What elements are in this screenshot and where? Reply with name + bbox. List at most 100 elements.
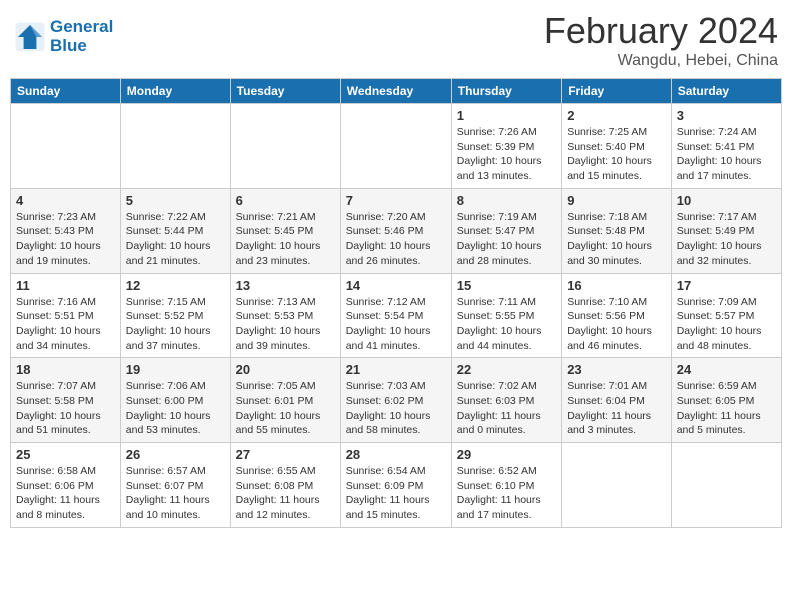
calendar-cell: 8 Sunrise: 7:19 AM Sunset: 5:47 PM Daylig… xyxy=(451,188,561,273)
calendar-week-row: 18 Sunrise: 7:07 AM Sunset: 5:58 PM Dayli… xyxy=(11,358,782,443)
day-of-week-header: Sunday xyxy=(11,79,121,104)
calendar-week-row: 25 Sunrise: 6:58 AM Sunset: 6:06 PM Dayli… xyxy=(11,443,782,528)
calendar-cell: 7Sunrise: 7:20 AM Sunset: 5:46 PM Daylig… xyxy=(340,188,451,273)
calendar-cell: 15 Sunrise: 7:11 AM Sunset: 5:55 PM Dayli… xyxy=(451,273,561,358)
day-number: 10 xyxy=(677,193,776,208)
day-info: Sunrise: 7:18 AM Sunset: 5:48 PM Dayligh… xyxy=(567,210,666,269)
day-number: 13 xyxy=(236,278,335,293)
page-header: General Blue February 2024 Wangdu, Hebei… xyxy=(10,10,782,70)
calendar-cell: 2Sunrise: 7:25 AM Sunset: 5:40 PM Daylig… xyxy=(562,104,672,189)
day-number: 16 xyxy=(567,278,666,293)
calendar-cell: 9 Sunrise: 7:18 AM Sunset: 5:48 PM Daylig… xyxy=(562,188,672,273)
day-info: Sunrise: 7:24 AM Sunset: 5:41 PM Dayligh… xyxy=(677,125,776,184)
calendar-cell: 27 Sunrise: 6:55 AM Sunset: 6:08 PM Dayli… xyxy=(230,443,340,528)
calendar-cell: 5 Sunrise: 7:22 AM Sunset: 5:44 PM Daylig… xyxy=(120,188,230,273)
calendar-cell: 21 Sunrise: 7:03 AM Sunset: 6:02 PM Dayli… xyxy=(340,358,451,443)
day-number: 3 xyxy=(677,108,776,123)
day-info: Sunrise: 7:03 AM Sunset: 6:02 PM Dayligh… xyxy=(346,379,446,438)
day-info: Sunrise: 7:23 AM Sunset: 5:43 PM Dayligh… xyxy=(16,210,115,269)
calendar-cell: 18 Sunrise: 7:07 AM Sunset: 5:58 PM Dayli… xyxy=(11,358,121,443)
calendar-cell: 23Sunrise: 7:01 AM Sunset: 6:04 PM Dayli… xyxy=(562,358,672,443)
day-info: Sunrise: 6:55 AM Sunset: 6:08 PM Dayligh… xyxy=(236,464,335,523)
day-of-week-header: Thursday xyxy=(451,79,561,104)
day-number: 24 xyxy=(677,362,776,377)
calendar-week-row: 11 Sunrise: 7:16 AM Sunset: 5:51 PM Dayli… xyxy=(11,273,782,358)
calendar-cell: 16 Sunrise: 7:10 AM Sunset: 5:56 PM Dayli… xyxy=(562,273,672,358)
day-info: Sunrise: 7:13 AM Sunset: 5:53 PM Dayligh… xyxy=(236,295,335,354)
calendar-cell xyxy=(230,104,340,189)
calendar-cell xyxy=(340,104,451,189)
calendar-cell xyxy=(671,443,781,528)
day-number: 8 xyxy=(457,193,556,208)
day-number: 28 xyxy=(346,447,446,462)
calendar-cell: 25 Sunrise: 6:58 AM Sunset: 6:06 PM Dayli… xyxy=(11,443,121,528)
day-info: Sunrise: 6:52 AM Sunset: 6:10 PM Dayligh… xyxy=(457,464,556,523)
calendar-cell: 22 Sunrise: 7:02 AM Sunset: 6:03 PM Dayli… xyxy=(451,358,561,443)
day-number: 19 xyxy=(126,362,225,377)
calendar-cell: 3 Sunrise: 7:24 AM Sunset: 5:41 PM Daylig… xyxy=(671,104,781,189)
logo-blue: Blue xyxy=(50,36,87,55)
day-info: Sunrise: 6:54 AM Sunset: 6:09 PM Dayligh… xyxy=(346,464,446,523)
day-info: Sunrise: 7:21 AM Sunset: 5:45 PM Dayligh… xyxy=(236,210,335,269)
day-number: 12 xyxy=(126,278,225,293)
day-of-week-header: Friday xyxy=(562,79,672,104)
month-title: February 2024 xyxy=(544,10,778,52)
calendar-table: SundayMondayTuesdayWednesdayThursdayFrid… xyxy=(10,78,782,528)
day-info: Sunrise: 7:26 AM Sunset: 5:39 PM Dayligh… xyxy=(457,125,556,184)
day-number: 9 xyxy=(567,193,666,208)
day-number: 15 xyxy=(457,278,556,293)
day-number: 21 xyxy=(346,362,446,377)
day-number: 1 xyxy=(457,108,556,123)
day-info: Sunrise: 7:06 AM Sunset: 6:00 PM Dayligh… xyxy=(126,379,225,438)
day-number: 29 xyxy=(457,447,556,462)
day-of-week-header: Saturday xyxy=(671,79,781,104)
calendar-header-row: SundayMondayTuesdayWednesdayThursdayFrid… xyxy=(11,79,782,104)
day-info: Sunrise: 7:10 AM Sunset: 5:56 PM Dayligh… xyxy=(567,295,666,354)
day-info: Sunrise: 7:22 AM Sunset: 5:44 PM Dayligh… xyxy=(126,210,225,269)
calendar-cell: 28 Sunrise: 6:54 AM Sunset: 6:09 PM Dayli… xyxy=(340,443,451,528)
day-info: Sunrise: 7:12 AM Sunset: 5:54 PM Dayligh… xyxy=(346,295,446,354)
day-of-week-header: Monday xyxy=(120,79,230,104)
calendar-cell: 11 Sunrise: 7:16 AM Sunset: 5:51 PM Dayli… xyxy=(11,273,121,358)
day-number: 11 xyxy=(16,278,115,293)
day-number: 27 xyxy=(236,447,335,462)
calendar-cell: 4 Sunrise: 7:23 AM Sunset: 5:43 PM Daylig… xyxy=(11,188,121,273)
day-info: Sunrise: 7:17 AM Sunset: 5:49 PM Dayligh… xyxy=(677,210,776,269)
day-number: 4 xyxy=(16,193,115,208)
day-number: 14 xyxy=(346,278,446,293)
calendar-cell: 6 Sunrise: 7:21 AM Sunset: 5:45 PM Daylig… xyxy=(230,188,340,273)
calendar-cell: 10 Sunrise: 7:17 AM Sunset: 5:49 PM Dayli… xyxy=(671,188,781,273)
day-number: 26 xyxy=(126,447,225,462)
day-number: 23 xyxy=(567,362,666,377)
day-info: Sunrise: 7:11 AM Sunset: 5:55 PM Dayligh… xyxy=(457,295,556,354)
day-of-week-header: Wednesday xyxy=(340,79,451,104)
day-info: Sunrise: 7:25 AM Sunset: 5:40 PM Dayligh… xyxy=(567,125,666,184)
day-number: 25 xyxy=(16,447,115,462)
logo: General Blue xyxy=(14,18,113,55)
day-number: 17 xyxy=(677,278,776,293)
day-number: 6 xyxy=(236,193,335,208)
logo-text: General Blue xyxy=(50,18,113,55)
day-info: Sunrise: 7:09 AM Sunset: 5:57 PM Dayligh… xyxy=(677,295,776,354)
day-info: Sunrise: 6:58 AM Sunset: 6:06 PM Dayligh… xyxy=(16,464,115,523)
calendar-cell: 13 Sunrise: 7:13 AM Sunset: 5:53 PM Dayli… xyxy=(230,273,340,358)
day-info: Sunrise: 7:05 AM Sunset: 6:01 PM Dayligh… xyxy=(236,379,335,438)
day-number: 18 xyxy=(16,362,115,377)
day-info: Sunrise: 7:20 AM Sunset: 5:46 PM Dayligh… xyxy=(346,210,446,269)
calendar-cell: 12 Sunrise: 7:15 AM Sunset: 5:52 PM Dayli… xyxy=(120,273,230,358)
calendar-cell: 26Sunrise: 6:57 AM Sunset: 6:07 PM Dayli… xyxy=(120,443,230,528)
day-info: Sunrise: 7:07 AM Sunset: 5:58 PM Dayligh… xyxy=(16,379,115,438)
calendar-title-area: February 2024 Wangdu, Hebei, China xyxy=(544,10,778,70)
day-info: Sunrise: 7:15 AM Sunset: 5:52 PM Dayligh… xyxy=(126,295,225,354)
calendar-cell xyxy=(562,443,672,528)
calendar-week-row: 1 Sunrise: 7:26 AM Sunset: 5:39 PM Daylig… xyxy=(11,104,782,189)
day-number: 22 xyxy=(457,362,556,377)
day-info: Sunrise: 7:02 AM Sunset: 6:03 PM Dayligh… xyxy=(457,379,556,438)
calendar-cell: 29 Sunrise: 6:52 AM Sunset: 6:10 PM Dayli… xyxy=(451,443,561,528)
day-number: 5 xyxy=(126,193,225,208)
day-number: 20 xyxy=(236,362,335,377)
calendar-cell: 20 Sunrise: 7:05 AM Sunset: 6:01 PM Dayli… xyxy=(230,358,340,443)
day-of-week-header: Tuesday xyxy=(230,79,340,104)
day-info: Sunrise: 7:19 AM Sunset: 5:47 PM Dayligh… xyxy=(457,210,556,269)
day-info: Sunrise: 7:16 AM Sunset: 5:51 PM Dayligh… xyxy=(16,295,115,354)
